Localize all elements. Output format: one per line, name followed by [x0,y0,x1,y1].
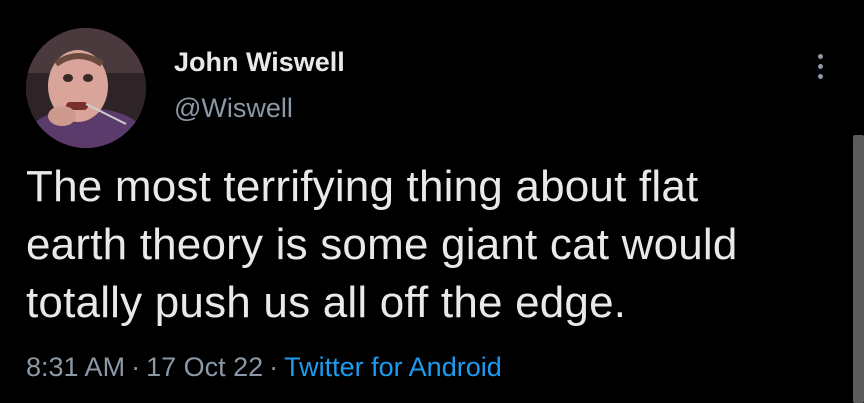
tweet-text-line: totally push us all off the edge. [26,278,627,327]
avatar-photo [26,28,146,148]
avatar[interactable] [26,28,146,148]
more-vertical-icon [817,53,823,59]
author-display-name[interactable]: John Wiswell [174,47,345,78]
tweet-source-link[interactable]: Twitter for Android [284,352,502,382]
tweet-time[interactable]: 8:31 AM [26,352,125,382]
tweet-meta: 8:31 AM · 17 Oct 22 · Twitter for Android [26,352,502,383]
tweet-date[interactable]: 17 Oct 22 [146,352,263,382]
author-handle[interactable]: @Wiswell [174,93,293,124]
more-vertical-icon-dot-2 [817,63,823,69]
tweet-text-line: earth theory is some giant cat would [26,220,738,269]
meta-separator: · [269,352,279,382]
meta-separator: · [131,352,141,382]
scrollbar[interactable] [853,135,864,403]
tweet-text-line: The most terrifying thing about flat [26,162,699,211]
more-options-button[interactable] [806,44,834,88]
tweet: John Wiswell @Wiswell The most terrifyin… [0,0,864,403]
tweet-text: The most terrifying thing about flat ear… [26,158,816,332]
more-vertical-icon-dot-3 [817,73,823,79]
